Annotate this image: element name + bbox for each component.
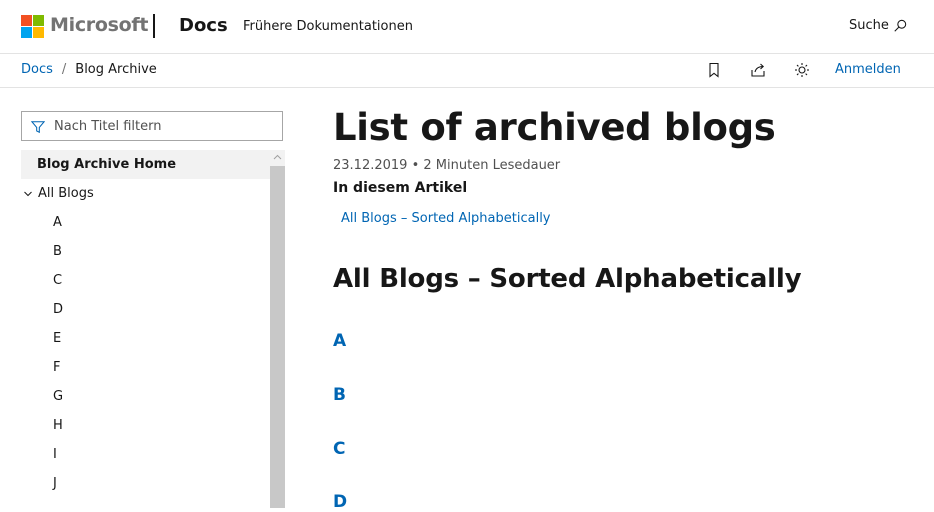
bookmark-icon[interactable] [706,62,722,78]
toc-item-letter-j[interactable]: J [53,476,57,491]
article-date: 23.12.2019 [333,158,408,173]
toc-item-letter-i[interactable]: I [53,447,57,462]
docs-home-link[interactable]: Docs [179,15,228,36]
breadcrumb-docs[interactable]: Docs [21,62,53,77]
previous-docs-link[interactable]: Frühere Dokumentationen [243,19,413,34]
letter-heading-d[interactable]: D [333,492,347,512]
toc-filter-input[interactable]: Nach Titel filtern [21,111,283,141]
toc-group-label: All Blogs [38,186,94,201]
breadcrumb-separator: / [61,62,67,77]
search-button[interactable]: Suche [849,18,907,33]
meta-bullet: • [411,158,420,173]
share-icon[interactable] [750,62,766,78]
toc-item-letter-h[interactable]: H [53,418,63,433]
toc-item-letter-a[interactable]: A [53,215,62,230]
in-article-link[interactable]: All Blogs – Sorted Alphabetically [341,211,551,226]
section-title: All Blogs – Sorted Alphabetically [333,264,802,294]
toc-item-blog-archive-home[interactable]: Blog Archive Home [21,150,270,179]
breadcrumb-blog-archive: Blog Archive [75,62,157,77]
in-article-heading: In diesem Artikel [333,180,468,196]
letter-heading-c[interactable]: C [333,439,345,459]
toc-group-all-blogs[interactable]: All Blogs [21,186,94,201]
toc-scrollbar[interactable] [270,150,285,508]
filter-placeholder: Nach Titel filtern [54,119,162,134]
microsoft-logo-icon[interactable] [21,15,44,38]
logo-square-green [33,15,44,26]
scrollbar-thumb[interactable] [270,166,285,508]
top-header: Microsoft Docs Frühere Dokumentationen S… [0,0,934,54]
microsoft-wordmark[interactable]: Microsoft [50,14,148,36]
signin-link[interactable]: Anmelden [835,62,901,77]
logo-square-blue [21,27,32,38]
search-label: Suche [849,18,889,33]
breadcrumb-bar: Docs / Blog Archive Anmelden [0,54,934,88]
breadcrumb: Docs / Blog Archive [21,62,157,77]
toc-item-letter-c[interactable]: C [53,273,62,288]
read-time: 2 Minuten Lesedauer [423,158,561,173]
toc-item-letter-g[interactable]: G [53,389,63,404]
scroll-up-arrow-icon[interactable] [273,154,282,160]
chevron-down-icon [24,191,32,196]
toc-tree: Blog Archive Home All Blogs A B C D E F … [21,150,270,508]
toc-item-letter-e[interactable]: E [53,331,61,346]
toc-item-letter-d[interactable]: D [53,302,63,317]
page-title: List of archived blogs [333,106,776,149]
logo-square-red [21,15,32,26]
letter-heading-b[interactable]: B [333,385,346,405]
toc-item-letter-f[interactable]: F [53,360,60,375]
header-divider [153,14,155,38]
filter-icon [31,121,45,134]
toc-item-label: Blog Archive Home [37,157,177,172]
letter-heading-a[interactable]: A [333,331,346,351]
article-meta: 23.12.2019 • 2 Minuten Lesedauer [333,158,560,173]
search-icon [894,19,907,32]
theme-icon[interactable] [794,62,810,78]
logo-square-yellow [33,27,44,38]
toc-item-letter-b[interactable]: B [53,244,62,259]
